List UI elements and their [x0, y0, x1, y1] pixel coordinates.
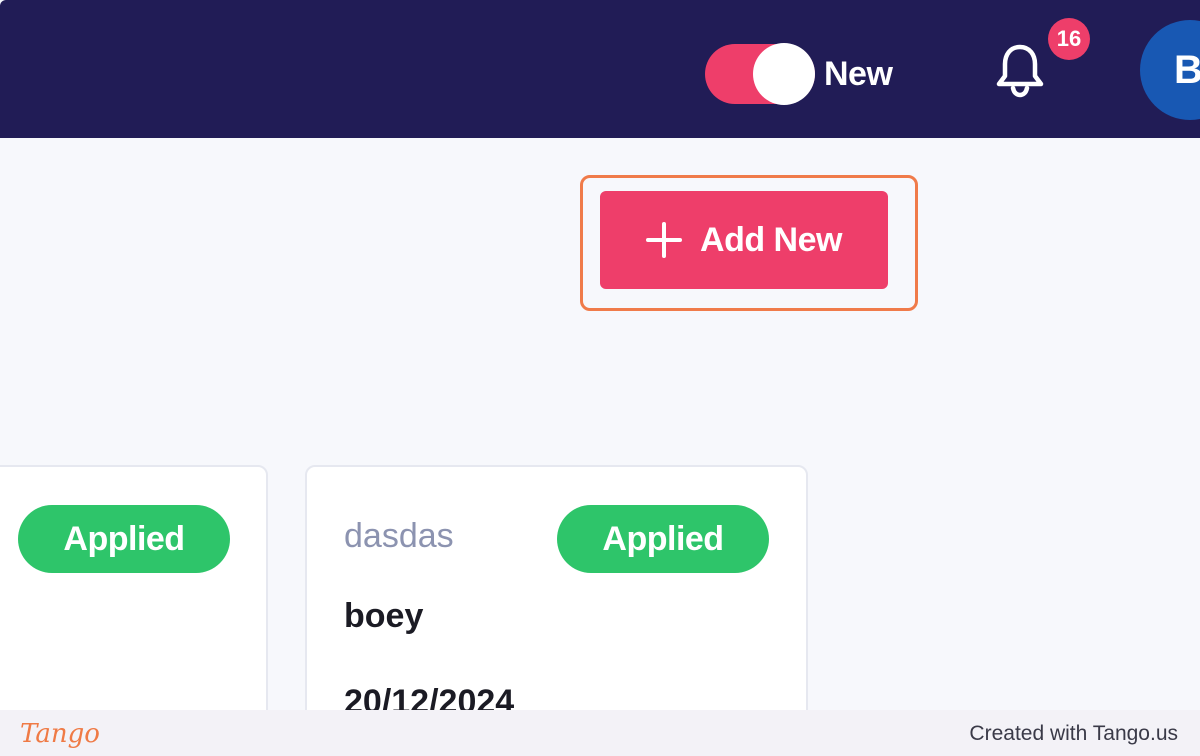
card-name: boey: [344, 597, 424, 635]
status-badge: Applied: [18, 505, 230, 573]
toggle-knob[interactable]: [753, 43, 815, 105]
plus-icon: [646, 222, 683, 258]
status-badge: Applied: [557, 505, 769, 573]
footer-credit: Created with Tango.us: [969, 722, 1178, 745]
toggle-label: New: [824, 55, 893, 93]
add-new-label: Add New: [700, 220, 842, 259]
tango-logo: Tango: [20, 719, 100, 749]
card-code: dasdas: [344, 517, 454, 555]
bell-icon[interactable]: [994, 42, 1046, 98]
notification-badge: 16: [1048, 18, 1090, 60]
add-new-button[interactable]: Add New: [600, 191, 888, 289]
